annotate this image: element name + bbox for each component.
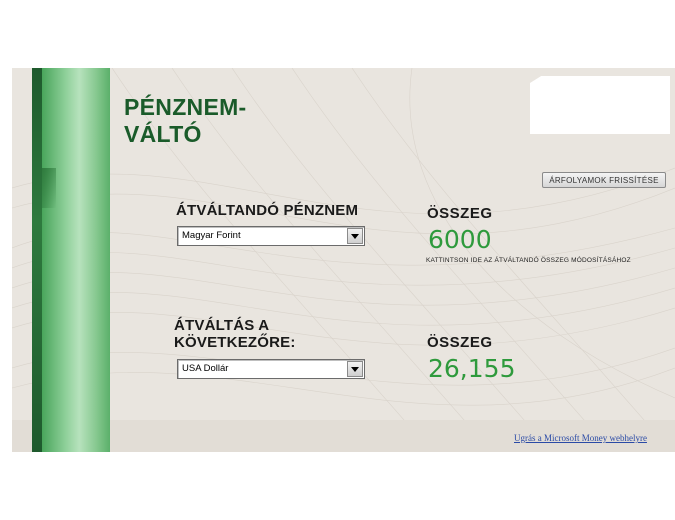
app-title: PÉNZNEM- VÁLTÓ [124, 94, 284, 148]
edit-amount-hint[interactable]: KATTINTSON IDE AZ ÁTVÁLTANDÓ ÖSSZEG MÓDO… [426, 257, 631, 264]
target-amount-value: 26,155 [428, 354, 516, 383]
green-stripe-dark [32, 68, 42, 452]
target-currency-label-line2: KÖVETKEZŐRE: [174, 334, 296, 351]
target-currency-label: ÁTVÁLTÁS A KÖVETKEZŐRE: [174, 317, 296, 351]
target-currency-select[interactable]: USA Dollár [177, 359, 365, 379]
target-amount-label: ÖSSZEG [427, 334, 493, 351]
currency-converter-panel: PÉNZNEM- VÁLTÓ ÁRFOLYAMOK FRISSÍTÉSE ÁTV… [12, 68, 675, 452]
refresh-rates-button[interactable]: ÁRFOLYAMOK FRISSÍTÉSE [542, 172, 666, 188]
target-currency-label-line1: ÁTVÁLTÁS A [174, 317, 270, 334]
source-currency-value: Magyar Forint [182, 230, 241, 241]
app-title-line1: PÉNZNEM- [124, 94, 247, 120]
white-logo-area [530, 76, 670, 134]
source-amount-value[interactable]: 6000 [428, 225, 492, 254]
chevron-down-icon[interactable] [347, 228, 363, 244]
source-currency-select[interactable]: Magyar Forint [177, 226, 365, 246]
source-currency-label: ÁTVÁLTANDÓ PÉNZNEM [176, 202, 359, 219]
microsoft-money-link[interactable]: Ugrás a Microsoft Money webhelyre [514, 433, 647, 443]
target-currency-value: USA Dollár [182, 363, 229, 374]
app-title-line2: VÁLTÓ [124, 121, 202, 147]
green-stripe-shadow [42, 168, 56, 208]
source-amount-label: ÖSSZEG [427, 205, 493, 222]
green-stripe-light [42, 68, 110, 452]
chevron-down-icon[interactable] [347, 361, 363, 377]
